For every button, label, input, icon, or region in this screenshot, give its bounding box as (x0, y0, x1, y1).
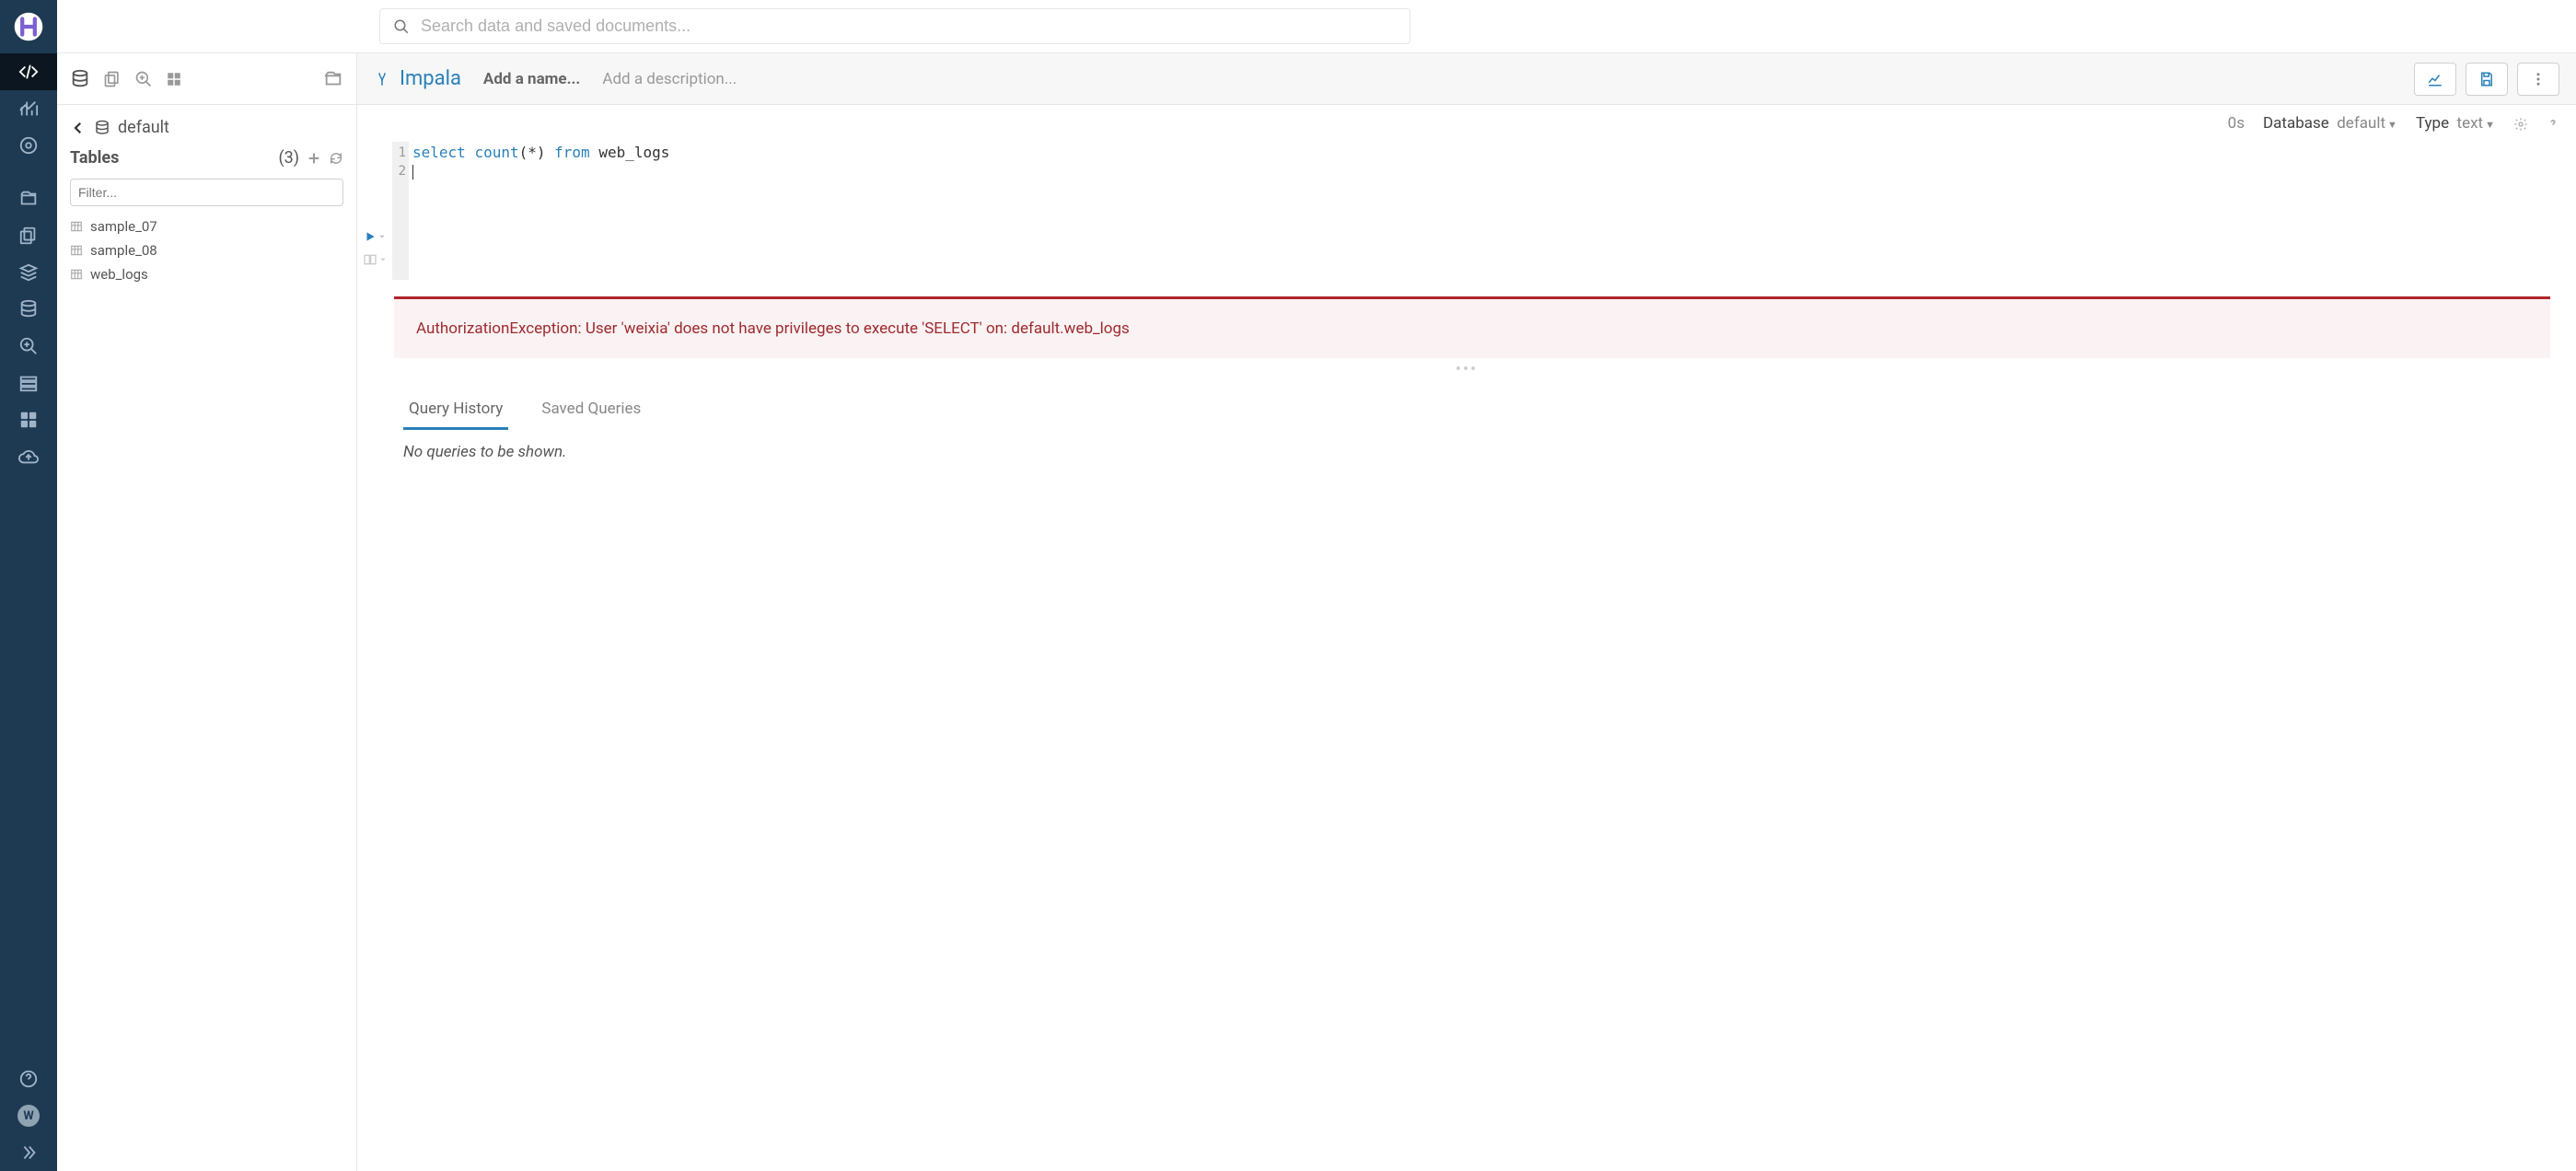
table-icon (70, 244, 83, 257)
breadcrumb[interactable]: default (57, 105, 356, 143)
tables-list: sample_07 sample_08 web_logs (57, 212, 356, 289)
global-search[interactable] (379, 8, 1410, 44)
editor-action-gutter (357, 142, 392, 280)
assist-grid-icon[interactable] (166, 71, 182, 87)
nav-dashboards[interactable] (0, 90, 57, 127)
assist-panel: default Tables (3) sample_07 (57, 53, 357, 1171)
code-body: select count(*) from web_logs (392, 142, 2576, 280)
nav-user[interactable]: W (0, 1097, 57, 1134)
play-icon (364, 230, 377, 243)
nav-scheduler[interactable] (0, 127, 57, 164)
chevron-left-icon (70, 120, 87, 136)
engine-selector[interactable]: Impala (374, 67, 461, 90)
global-search-input[interactable] (421, 17, 1397, 36)
table-row[interactable]: sample_07 (70, 215, 343, 238)
nav-apps[interactable] (0, 401, 57, 438)
tables-heading: Tables (70, 148, 119, 168)
search-icon (393, 18, 410, 35)
question-icon (2547, 118, 2559, 131)
settings-button[interactable] (2513, 114, 2528, 133)
topbar (57, 0, 2576, 53)
sql-editor[interactable]: 1 2 select count(*) from web_logs (392, 142, 2576, 280)
table-row[interactable]: sample_08 (70, 239, 343, 261)
table-icon (70, 268, 83, 281)
nav-help[interactable] (0, 1061, 57, 1097)
editor-meta: 0s Database default▼ Type text▼ (357, 105, 2576, 142)
database-icon (94, 120, 110, 136)
assist-docs-icon[interactable] (103, 70, 122, 88)
filter-tables-input[interactable] (70, 179, 343, 206)
panel-resize-handle[interactable]: ••• (357, 358, 2576, 381)
error-message: AuthorizationException: User 'weixia' do… (394, 296, 2550, 358)
assist-db-icon[interactable] (70, 69, 90, 89)
nav-upload[interactable] (0, 438, 57, 475)
table-row[interactable]: web_logs (70, 263, 343, 285)
gear-icon (2513, 117, 2528, 132)
assist-folder-icon[interactable] (323, 69, 343, 89)
assist-toolbar (57, 53, 356, 105)
kebab-icon (2530, 71, 2547, 87)
tables-count: (3) (278, 148, 299, 168)
chart-icon (2427, 71, 2443, 87)
editor-header: Impala Add a name... Add a description..… (357, 53, 2576, 105)
chart-button[interactable] (2414, 63, 2456, 96)
query-duration: 0s (2228, 114, 2245, 133)
table-name: sample_07 (90, 218, 157, 235)
tab-query-history[interactable]: Query History (403, 390, 508, 430)
table-name: sample_08 (90, 242, 157, 259)
explain-button[interactable] (363, 252, 387, 267)
refresh-tables-button[interactable] (329, 150, 343, 165)
book-icon (363, 252, 377, 267)
tab-saved-queries[interactable]: Saved Queries (536, 390, 646, 430)
add-table-button[interactable] (307, 150, 321, 165)
save-icon (2478, 71, 2495, 87)
editor-area: Impala Add a name... Add a description..… (357, 53, 2576, 1171)
database-name: default (118, 118, 169, 137)
app-logo[interactable] (0, 0, 57, 53)
nav-expand[interactable] (0, 1134, 57, 1171)
type-selector[interactable]: Type text▼ (2416, 114, 2495, 133)
nav-security[interactable] (0, 365, 57, 401)
nav-documents[interactable] (0, 180, 57, 217)
nav-editor[interactable] (0, 53, 57, 90)
assist-search-icon[interactable] (134, 70, 153, 88)
query-name-input[interactable]: Add a name... (483, 70, 580, 88)
help-button[interactable] (2547, 114, 2559, 133)
database-selector[interactable]: Database default▼ (2263, 114, 2397, 133)
line-gutter: 1 2 (392, 142, 409, 280)
table-name: web_logs (90, 266, 148, 283)
nav-files[interactable] (0, 217, 57, 254)
run-query-button[interactable] (364, 230, 386, 243)
avatar: W (17, 1105, 40, 1127)
nav-rail: W (0, 0, 57, 1171)
caret-down-icon (378, 233, 386, 240)
query-description-input[interactable]: Add a description... (602, 70, 737, 88)
table-icon (70, 220, 83, 233)
nav-search[interactable] (0, 328, 57, 365)
more-button[interactable] (2517, 63, 2559, 96)
nav-database[interactable] (0, 291, 57, 328)
result-tabs: Query History Saved Queries (357, 381, 2576, 430)
impala-icon (374, 69, 390, 89)
save-button[interactable] (2466, 63, 2508, 96)
engine-name: Impala (400, 67, 461, 90)
empty-state: No queries to be shown. (357, 430, 2576, 474)
caret-down-icon (379, 256, 387, 263)
nav-tables[interactable] (0, 254, 57, 291)
